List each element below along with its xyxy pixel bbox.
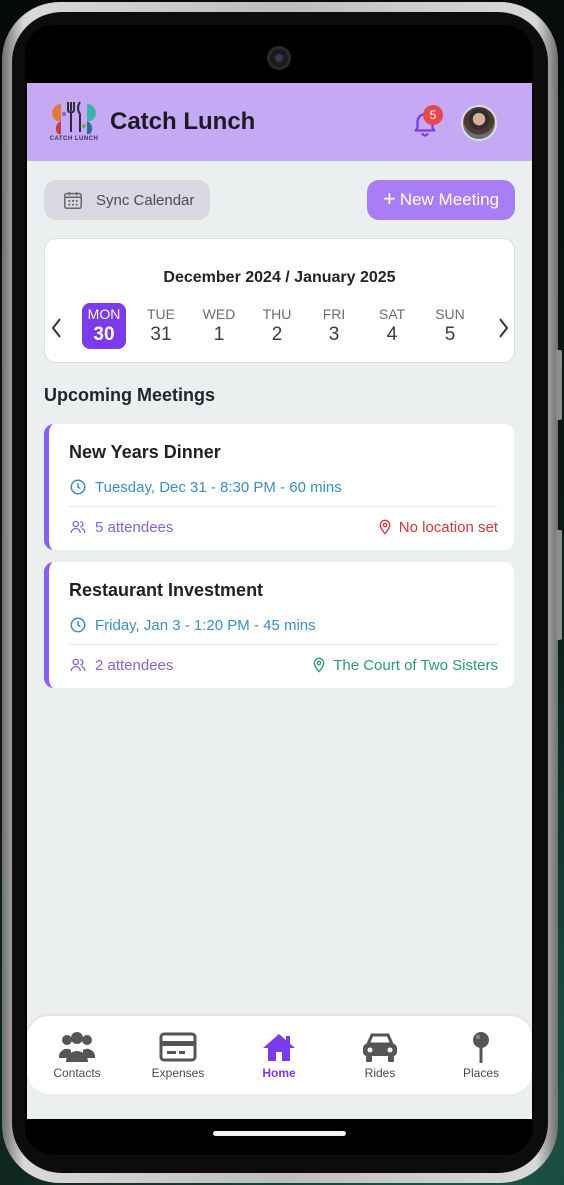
bottom-nav: Contacts Expenses Home Rides Places	[27, 1016, 532, 1094]
nav-expenses[interactable]: Expenses	[133, 1030, 223, 1080]
home-icon	[263, 1034, 295, 1061]
nav-label: Expenses	[151, 1066, 205, 1080]
day-date: 31	[150, 324, 172, 345]
nav-label: Home	[262, 1066, 296, 1080]
attendees-text: 2 attendees	[95, 656, 174, 674]
contacts-icon	[58, 1032, 96, 1062]
clock-icon	[70, 479, 86, 495]
nav-label: Contacts	[53, 1066, 101, 1080]
clock-icon	[70, 617, 86, 633]
chevron-left-icon[interactable]	[49, 315, 65, 347]
attendees-text: 5 attendees	[95, 518, 174, 536]
calendar-title: December 2024 / January 2025	[163, 269, 396, 286]
app-title: Catch Lunch	[110, 108, 256, 135]
new-meeting-button[interactable]: + New Meeting	[367, 180, 515, 220]
day-date: 2	[271, 324, 283, 345]
divider	[69, 644, 498, 645]
front-camera	[267, 46, 291, 70]
meeting-title: Restaurant Investment	[69, 580, 264, 600]
calendar-day[interactable]: THU 2	[255, 303, 299, 349]
meeting-card[interactable]: New Years Dinner Tuesday, Dec 31 - 8:30 …	[44, 424, 514, 550]
map-pin-icon	[473, 1032, 489, 1063]
meeting-attendees[interactable]: 5 attendees	[69, 518, 173, 536]
calendar-icon	[64, 191, 82, 209]
users-icon	[70, 520, 86, 534]
meeting-time: Friday, Jan 3 - 1:20 PM - 45 mins	[69, 616, 316, 634]
day-name: MON	[87, 306, 121, 322]
meeting-card[interactable]: Restaurant Investment Friday, Jan 3 - 1:…	[44, 562, 514, 688]
day-name: TUE	[147, 306, 175, 322]
car-icon	[363, 1033, 397, 1062]
calendar-day[interactable]: MON 30	[82, 303, 126, 349]
location-text: The Court of Two Sisters	[333, 656, 498, 674]
sync-calendar-label: Sync Calendar	[96, 191, 195, 209]
nav-label: Rides	[364, 1066, 396, 1080]
nav-label: Places	[462, 1066, 500, 1080]
day-name: FRI	[322, 306, 346, 322]
new-meeting-label: New Meeting	[399, 190, 500, 209]
app-header: CATCH LUNCH Catch Lunch 5	[27, 83, 532, 161]
calendar-day[interactable]: TUE 31	[139, 303, 183, 349]
nav-places[interactable]: Places	[436, 1030, 526, 1080]
day-date: 4	[386, 324, 398, 345]
credit-card-icon	[159, 1032, 197, 1062]
sync-calendar-button[interactable]: Sync Calendar	[44, 180, 210, 220]
day-name: SUN	[435, 306, 465, 322]
calendar-day[interactable]: SAT 4	[370, 303, 414, 349]
meeting-time-text: Friday, Jan 3 - 1:20 PM - 45 mins	[95, 616, 316, 634]
avatar[interactable]	[461, 105, 497, 141]
day-name: SAT	[378, 306, 406, 322]
divider	[69, 506, 498, 507]
home-gesture-bar[interactable]	[213, 1131, 346, 1136]
calendar-day[interactable]: WED 1	[197, 303, 241, 349]
map-pin-icon	[313, 657, 325, 673]
meeting-location[interactable]: No location set	[377, 518, 498, 536]
day-name: WED	[202, 306, 236, 322]
chevron-right-icon[interactable]	[495, 315, 511, 347]
meeting-time-text: Tuesday, Dec 31 - 8:30 PM - 60 mins	[95, 478, 342, 496]
calendar-card: December 2024 / January 2025 MON 30 TUE 31 W…	[44, 238, 515, 363]
calendar-day[interactable]: SUN 5	[428, 303, 472, 349]
meeting-attendees[interactable]: 2 attendees	[69, 656, 173, 674]
day-date: 5	[444, 324, 456, 345]
location-text: No location set	[398, 518, 498, 536]
map-pin-icon	[379, 519, 391, 535]
users-icon	[70, 658, 86, 672]
meeting-time: Tuesday, Dec 31 - 8:30 PM - 60 mins	[69, 478, 342, 496]
plus-icon: +	[382, 186, 396, 211]
upcoming-meetings-title: Upcoming Meetings	[44, 385, 216, 405]
nav-home[interactable]: Home	[234, 1030, 324, 1080]
power-button	[556, 350, 562, 420]
day-date: 1	[213, 324, 225, 345]
volume-button	[556, 530, 562, 640]
nav-contacts[interactable]: Contacts	[32, 1030, 122, 1080]
app-logo: CATCH LUNCH	[47, 98, 101, 146]
nav-rides[interactable]: Rides	[335, 1030, 425, 1080]
day-name: THU	[262, 306, 292, 322]
meeting-location[interactable]: The Court of Two Sisters	[311, 656, 498, 674]
calendar-day[interactable]: FRI 3	[312, 303, 356, 349]
app-screen: CATCH LUNCH Catch Lunch 5 Sync Calendar …	[27, 83, 532, 1119]
day-date: 3	[328, 324, 340, 345]
logo-text: CATCH LUNCH	[49, 136, 99, 142]
day-date: 30	[93, 324, 115, 345]
notification-badge: 5	[423, 105, 443, 125]
meeting-title: New Years Dinner	[69, 442, 221, 462]
